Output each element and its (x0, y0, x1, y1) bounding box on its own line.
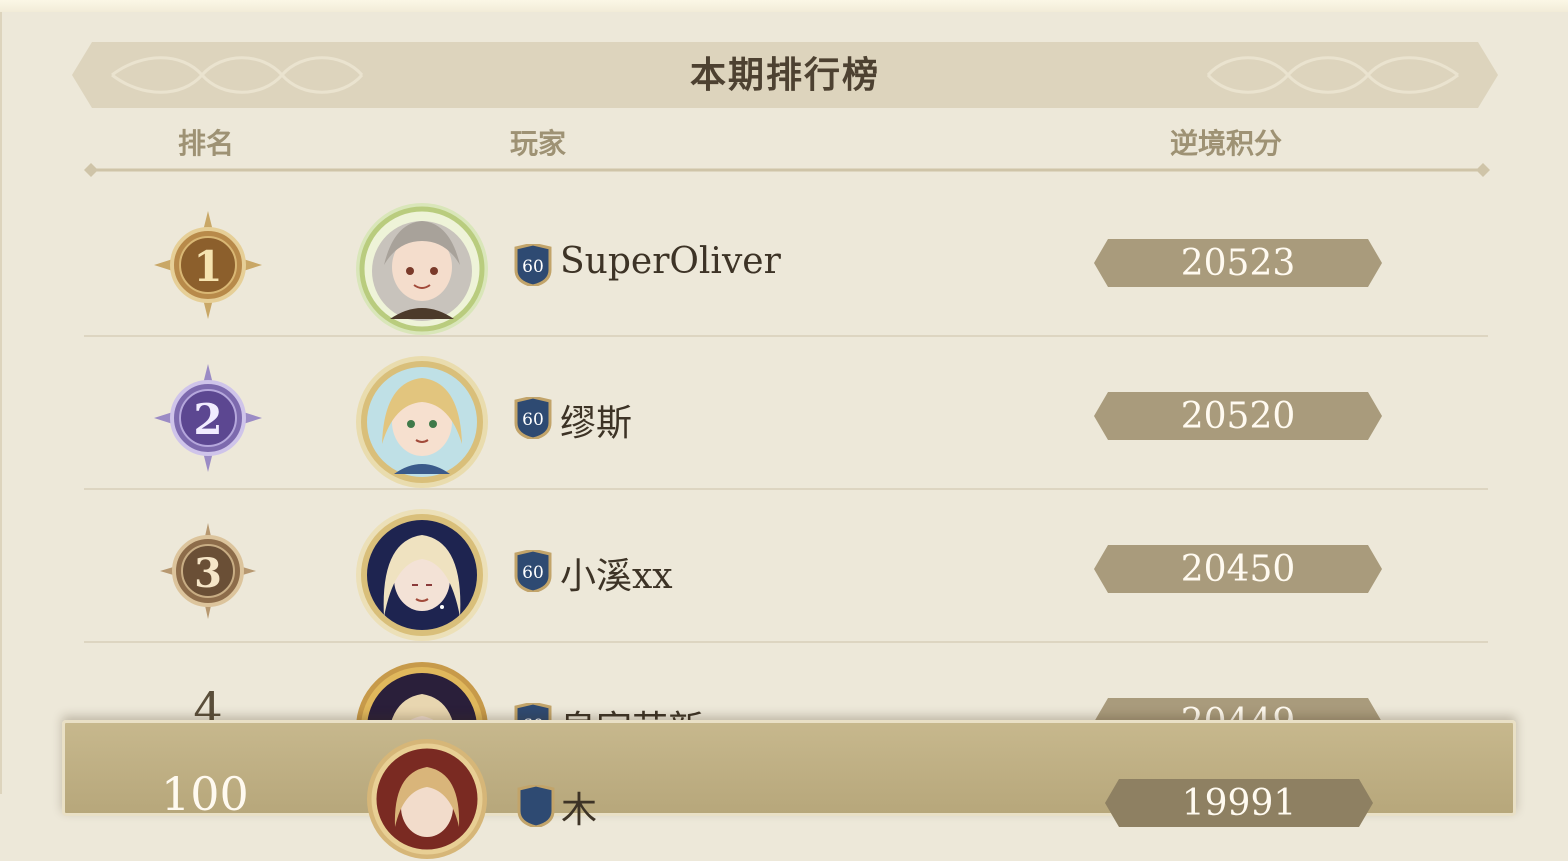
score-value: 20523 (1180, 243, 1296, 284)
leaderboard-row[interactable]: 3 60 小溪xx 20450 (84, 489, 1488, 643)
gold-rank-medal-icon: 1 (154, 211, 262, 319)
player-name: 缪斯 (560, 403, 633, 444)
title-banner: 本期排行榜 (72, 42, 1498, 108)
svg-text:2: 2 (193, 395, 222, 444)
score-value: 20450 (1180, 549, 1296, 590)
player-avatar[interactable] (354, 201, 490, 337)
svg-text:60: 60 (522, 257, 544, 277)
player-name: SuperOliver (560, 241, 781, 282)
svg-text:60: 60 (522, 563, 544, 583)
purple-rank-medal-icon: 2 (154, 364, 262, 472)
column-header-score: 逆境积分 (1170, 127, 1283, 160)
my-rank-number: 100 (161, 767, 249, 821)
leaderboard-row[interactable]: 1 60 SuperOliver 20523 (84, 183, 1488, 337)
level-badge-icon: 60 (514, 550, 552, 592)
level-badge-icon: 60 (514, 244, 552, 286)
level-badge-icon: 60 (514, 397, 552, 439)
bronze-rank-medal-icon: 3 (160, 523, 256, 619)
score-value: 20520 (1180, 396, 1296, 437)
column-header-rank: 排名 (178, 127, 235, 160)
my-avatar[interactable] (365, 737, 489, 861)
my-score-value: 19991 (1181, 783, 1297, 824)
player-avatar[interactable] (354, 354, 490, 490)
svg-text:3: 3 (194, 550, 222, 597)
leaderboard-row[interactable]: 2 60 缪斯 20520 (84, 336, 1488, 490)
level-badge-icon (517, 785, 555, 827)
my-score-pill: 19991 (1105, 779, 1373, 827)
my-player-name: 木 (561, 790, 598, 831)
player-avatar[interactable] (354, 507, 490, 643)
column-header-player: 玩家 (510, 127, 567, 160)
page-title: 本期排行榜 (689, 54, 880, 96)
svg-text:60: 60 (522, 410, 544, 430)
svg-text:1: 1 (193, 242, 222, 291)
score-pill: 20450 (1094, 545, 1382, 593)
score-pill: 20520 (1094, 392, 1382, 440)
player-name: 小溪xx (560, 556, 673, 597)
score-pill: 20523 (1094, 239, 1382, 287)
my-rank-bar[interactable]: 100 木 19991 (62, 720, 1516, 859)
header-divider (84, 163, 1490, 177)
